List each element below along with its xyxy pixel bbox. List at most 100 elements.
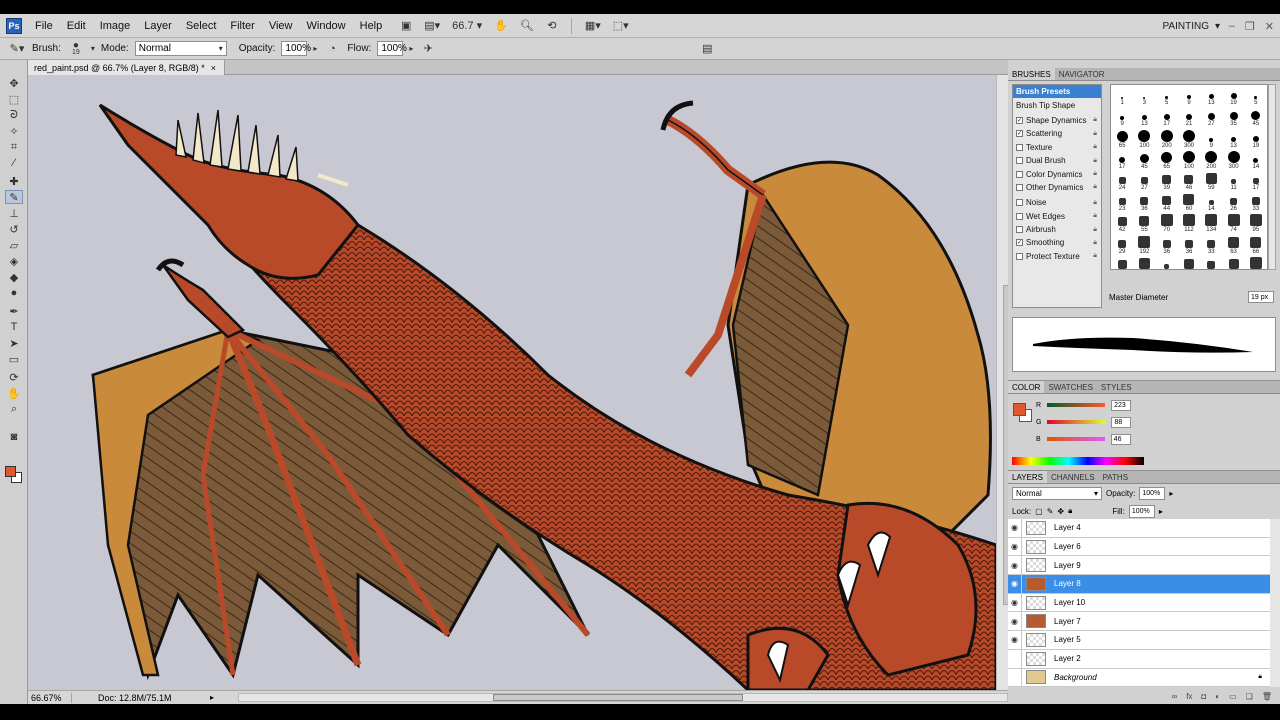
crop-tool-icon[interactable]: ⌗ [5,140,23,154]
canvas-horizontal-scrollbar[interactable] [238,693,1008,702]
lock-icon[interactable]: 🔒︎ [1093,239,1097,247]
brush-preset[interactable]: 13 [1200,85,1222,106]
quick-selection-tool-icon[interactable]: ✧ [5,124,23,138]
menu-filter[interactable]: Filter [223,20,261,32]
move-tool-icon[interactable]: ✥ [5,76,23,90]
close-document-icon[interactable]: × [211,63,216,73]
tab-color[interactable]: COLOR [1008,381,1045,393]
lock-icon[interactable]: 🔒︎ [1093,116,1097,124]
toggle-brush-panel-icon[interactable]: ▤ [698,41,716,57]
brush-preset[interactable]: 55 [1222,255,1244,270]
screen-mode-icon[interactable]: ⬚▾ [610,17,632,35]
color-panel-foreground-swatch[interactable] [1013,403,1026,416]
canvas[interactable] [28,75,996,690]
tab-navigator[interactable]: NAVIGATOR [1055,68,1109,80]
visibility-eye-icon[interactable]: ◉ [1008,556,1022,575]
visibility-eye-icon[interactable]: ◉ [1008,519,1022,537]
brush-setting-noise[interactable]: Noise 🔒︎ [1013,196,1101,209]
brush-preset[interactable]: 300 [1178,127,1200,149]
type-tool-icon[interactable]: T [5,320,23,334]
minimize-icon[interactable]: – [1229,20,1235,32]
layer-row[interactable]: ◉ Layer 9 [1008,556,1270,576]
close-icon[interactable]: ✕ [1265,20,1274,33]
brush-preset[interactable]: 21 [1178,106,1200,127]
brush-tool-icon[interactable]: ✎ [5,190,23,204]
brush-preset[interactable]: 63 [1133,255,1155,270]
checkbox[interactable] [1016,143,1023,151]
brush-preset[interactable]: 17 [1245,170,1267,191]
zoom-tool-icon[interactable]: 🔍︎ [517,17,537,35]
brush-setting-brush-tip-shape[interactable]: Brush Tip Shape [1013,98,1101,111]
pen-tool-icon[interactable]: ✒ [5,304,23,318]
brush-preset[interactable]: 29 [1111,233,1133,255]
brush-preset[interactable]: 112 [1178,212,1200,233]
status-zoom[interactable]: 66.67% [28,692,72,703]
brush-preset[interactable]: 59 [1200,170,1222,191]
path-selection-tool-icon[interactable]: ➤ [5,336,23,350]
opacity-slider-arrow-icon[interactable]: ▸ [313,44,317,53]
brush-tool-preset-icon[interactable]: ✎▾ [8,41,26,57]
visibility-eye-icon[interactable]: ◉ [1008,537,1022,556]
brush-preset[interactable]: 26 [1222,191,1244,212]
visibility-eye-icon[interactable]: ◉ [1008,575,1022,593]
tab-channels[interactable]: CHANNELS [1047,471,1099,483]
brush-preset[interactable]: 27 [1133,170,1155,191]
brush-preset[interactable]: 42 [1111,212,1133,233]
checkbox[interactable]: ✓ [1016,116,1023,124]
checkbox[interactable] [1016,157,1023,165]
brush-preset[interactable]: 13 [1133,106,1155,127]
lasso-tool-icon[interactable]: ᘐ [5,108,23,122]
checkbox[interactable] [1016,199,1023,207]
lock-position-icon[interactable]: ✥ [1057,507,1064,516]
brush-preset[interactable]: 300 [1222,149,1244,170]
brush-preset[interactable]: 44 [1156,191,1178,212]
brush-preset[interactable]: 1 [1111,85,1133,106]
new-group-icon[interactable]: ▭ [1229,692,1237,701]
zoom-tool-icon[interactable]: ⌕ [5,402,23,416]
history-brush-tool-icon[interactable]: ↺ [5,222,23,236]
3d-rotate-tool-icon[interactable]: ⟳ [5,370,23,384]
menu-image[interactable]: Image [93,20,138,32]
brush-preset[interactable]: 36 [1156,233,1178,255]
layer-row[interactable]: ◉ Layer 10 [1008,593,1270,613]
brush-preset[interactable]: 48 [1178,255,1200,270]
layer-row[interactable]: ◉ Layer 6 [1008,537,1270,557]
chevron-down-icon[interactable]: ▾ [91,44,95,53]
menu-layer[interactable]: Layer [137,20,179,32]
layer-row[interactable]: ◉ Layer 8 [1008,575,1270,594]
lock-icon[interactable]: 🔒︎ [1093,170,1097,178]
brush-preset[interactable]: 33 [1245,191,1267,212]
blue-value[interactable]: 46 [1110,433,1131,445]
brush-preset[interactable]: 13 [1222,127,1244,149]
brush-preset[interactable]: 9 [1200,127,1222,149]
opacity-arrow-icon[interactable]: ▸ [1169,489,1173,498]
menu-window[interactable]: Window [300,20,353,32]
brush-preset[interactable]: 55 [1133,212,1155,233]
brush-preset[interactable]: 70 [1156,212,1178,233]
layer-row[interactable]: ◉ Layer 7 [1008,612,1270,632]
brush-preset[interactable]: 39 [1111,255,1133,270]
foreground-color-swatch[interactable] [5,466,16,477]
brush-preset[interactable]: 11 [1156,255,1178,270]
lock-all-icon[interactable]: 🔒︎ [1068,506,1072,516]
brush-preset[interactable]: 24 [1111,170,1133,191]
scroll-thumb[interactable] [493,694,743,701]
lock-icon[interactable]: 🔒︎ [1093,143,1097,151]
healing-brush-tool-icon[interactable]: ✚ [5,174,23,188]
lock-icon[interactable]: 🔒︎ [1093,252,1097,260]
lock-transparent-icon[interactable]: ▢ [1035,507,1043,516]
brush-preset[interactable]: 63 [1222,233,1244,255]
brush-preset[interactable]: 9 [1178,85,1200,106]
zoom-level-display[interactable]: 66.7 ▾ [449,17,485,35]
brush-setting-smoothing[interactable]: ✓ Smoothing 🔒︎ [1013,236,1101,249]
fill-arrow-icon[interactable]: ▸ [1159,507,1163,516]
tab-layers[interactable]: LAYERS [1008,471,1047,483]
layer-row[interactable]: ◉ Layer 5 [1008,631,1270,650]
brush-preset[interactable]: 74 [1222,212,1244,233]
brush-preset[interactable]: 65 [1156,149,1178,170]
brush-preset[interactable]: 14 [1245,149,1267,170]
brush-preset[interactable]: 17 [1156,106,1178,127]
lock-image-icon[interactable]: ✎ [1047,507,1054,516]
tab-swatches[interactable]: SWATCHES [1044,381,1096,393]
eyedropper-tool-icon[interactable]: ⁄ [5,156,23,170]
